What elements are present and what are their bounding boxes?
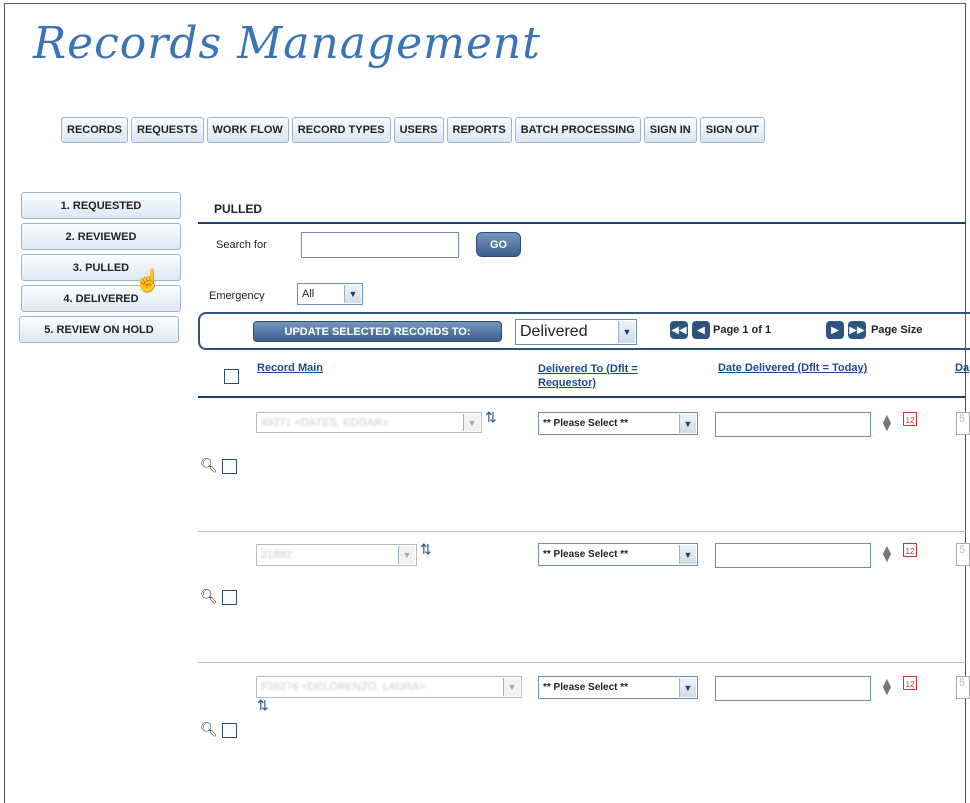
chevron-down-icon: ▼	[679, 678, 696, 697]
app-title: Records Management	[33, 18, 541, 69]
nav-tab-work-flow[interactable]: WORK FLOW	[206, 117, 289, 143]
status-select[interactable]: Delivered ▼	[515, 319, 637, 345]
calendar-icon[interactable]: 12	[903, 676, 917, 690]
delivered-to-value: ** Please Select **	[543, 549, 629, 560]
magnifier-icon[interactable]: 🔍︎	[200, 588, 218, 605]
page-size-label: Page Size	[871, 324, 923, 336]
section-title: PULLED	[214, 202, 262, 216]
nav-tab-records[interactable]: RECORDS	[61, 117, 129, 143]
nav-tab-reports[interactable]: REPORTS	[446, 117, 512, 143]
first-page-icon[interactable]: ◀◀	[670, 321, 688, 339]
select-all-checkbox[interactable]	[224, 369, 239, 384]
hand-cursor-icon: ☝	[134, 268, 162, 293]
search-label: Search for	[216, 239, 267, 251]
date-delivered-input[interactable]	[715, 412, 871, 437]
column-next[interactable]: Da	[955, 362, 969, 374]
next-field-input[interactable]: 5	[956, 676, 970, 699]
delivered-to-select[interactable]: ** Please Select ** ▼	[538, 412, 698, 435]
nav-tab-sign-out[interactable]: SIGN OUT	[699, 117, 765, 143]
row-checkbox[interactable]	[222, 723, 237, 738]
date-delivered-input[interactable]	[715, 543, 871, 568]
record-select[interactable]: 31892 ▼	[256, 544, 417, 566]
nav-tab-record-types[interactable]: RECORD TYPES	[291, 117, 391, 143]
column-delivered-to[interactable]: Delivered To (Dflt = Requestor)	[538, 362, 688, 390]
record-select[interactable]: F26276 <DELORENZO, LAURA> ▼	[256, 676, 522, 698]
status-select-value: Delivered	[520, 323, 588, 340]
magnifier-icon[interactable]: 🔍︎	[200, 721, 218, 738]
delivered-to-select[interactable]: ** Please Select ** ▼	[538, 676, 698, 699]
delivered-to-select[interactable]: ** Please Select ** ▼	[538, 543, 698, 566]
record-value: 31892	[261, 549, 292, 561]
emergency-label: Emergency	[209, 290, 265, 302]
chevron-down-icon: ▼	[344, 285, 361, 303]
row-checkbox[interactable]	[222, 590, 237, 605]
record-value: 49271 <DATES, EDGAR>	[261, 416, 389, 429]
time-spinner-icon[interactable]: ▲ ▼	[880, 411, 894, 433]
last-page-icon[interactable]: ▶▶	[848, 321, 866, 339]
emergency-select-value: All	[302, 288, 315, 300]
time-spinner-icon[interactable]: ▲ ▼	[880, 675, 894, 697]
step-requested[interactable]: 1. REQUESTED	[21, 192, 181, 219]
calendar-icon[interactable]: 12	[903, 412, 917, 426]
column-record-main[interactable]: Record Main	[257, 362, 323, 374]
go-button[interactable]: GO	[476, 232, 521, 257]
row-divider	[198, 531, 966, 532]
next-field-input[interactable]: 5	[956, 543, 970, 566]
section-divider	[198, 222, 966, 224]
chevron-down-icon: ▼	[618, 321, 635, 343]
header-divider	[198, 396, 966, 398]
nav-tab-users[interactable]: USERS	[393, 117, 444, 143]
search-input[interactable]	[301, 232, 459, 258]
chevron-down-icon: ▼	[679, 545, 696, 564]
records-toolbar: UPDATE SELECTED RECORDS TO: Delivered ▼ …	[198, 312, 970, 350]
page-indicator: Page 1 of 1	[713, 324, 772, 336]
transfer-icon[interactable]: ⇅	[257, 697, 269, 714]
top-navigation: RECORDS REQUESTS WORK FLOW RECORD TYPES …	[61, 117, 768, 143]
transfer-icon[interactable]: ⇅	[485, 409, 497, 426]
delivered-to-value: ** Please Select **	[543, 418, 629, 429]
chevron-down-icon: ▼	[503, 678, 520, 696]
row-divider	[198, 662, 966, 663]
update-selected-button[interactable]: UPDATE SELECTED RECORDS TO:	[253, 321, 502, 342]
transfer-icon[interactable]: ⇅	[420, 541, 432, 558]
calendar-icon[interactable]: 12	[903, 543, 917, 557]
time-spinner-icon[interactable]: ▲ ▼	[880, 542, 894, 564]
nav-tab-sign-in[interactable]: SIGN IN	[643, 117, 697, 143]
emergency-select[interactable]: All ▼	[297, 283, 363, 305]
magnifier-icon[interactable]: 🔍︎	[200, 457, 218, 474]
record-select[interactable]: 49271 <DATES, EDGAR> ▼	[256, 412, 482, 433]
nav-tab-batch-processing[interactable]: BATCH PROCESSING	[514, 117, 641, 143]
column-date-delivered[interactable]: Date Delivered (Dflt = Today)	[718, 362, 867, 374]
step-reviewed[interactable]: 2. REVIEWED	[21, 223, 181, 250]
date-delivered-input[interactable]	[715, 676, 871, 701]
row-checkbox[interactable]	[222, 459, 237, 474]
chevron-down-icon: ▼	[398, 546, 415, 564]
next-field-input[interactable]: 5	[956, 412, 970, 435]
delivered-to-value: ** Please Select **	[543, 682, 629, 693]
next-page-icon[interactable]: ▶	[826, 321, 844, 339]
step-review-on-hold[interactable]: 5. REVIEW ON HOLD	[19, 316, 179, 343]
nav-tab-requests[interactable]: REQUESTS	[131, 117, 204, 143]
prev-page-icon[interactable]: ◀	[692, 321, 710, 339]
chevron-down-icon: ▼	[679, 414, 696, 433]
chevron-down-icon: ▼	[463, 414, 480, 431]
record-value: F26276 <DELORENZO, LAURA>	[261, 681, 426, 693]
